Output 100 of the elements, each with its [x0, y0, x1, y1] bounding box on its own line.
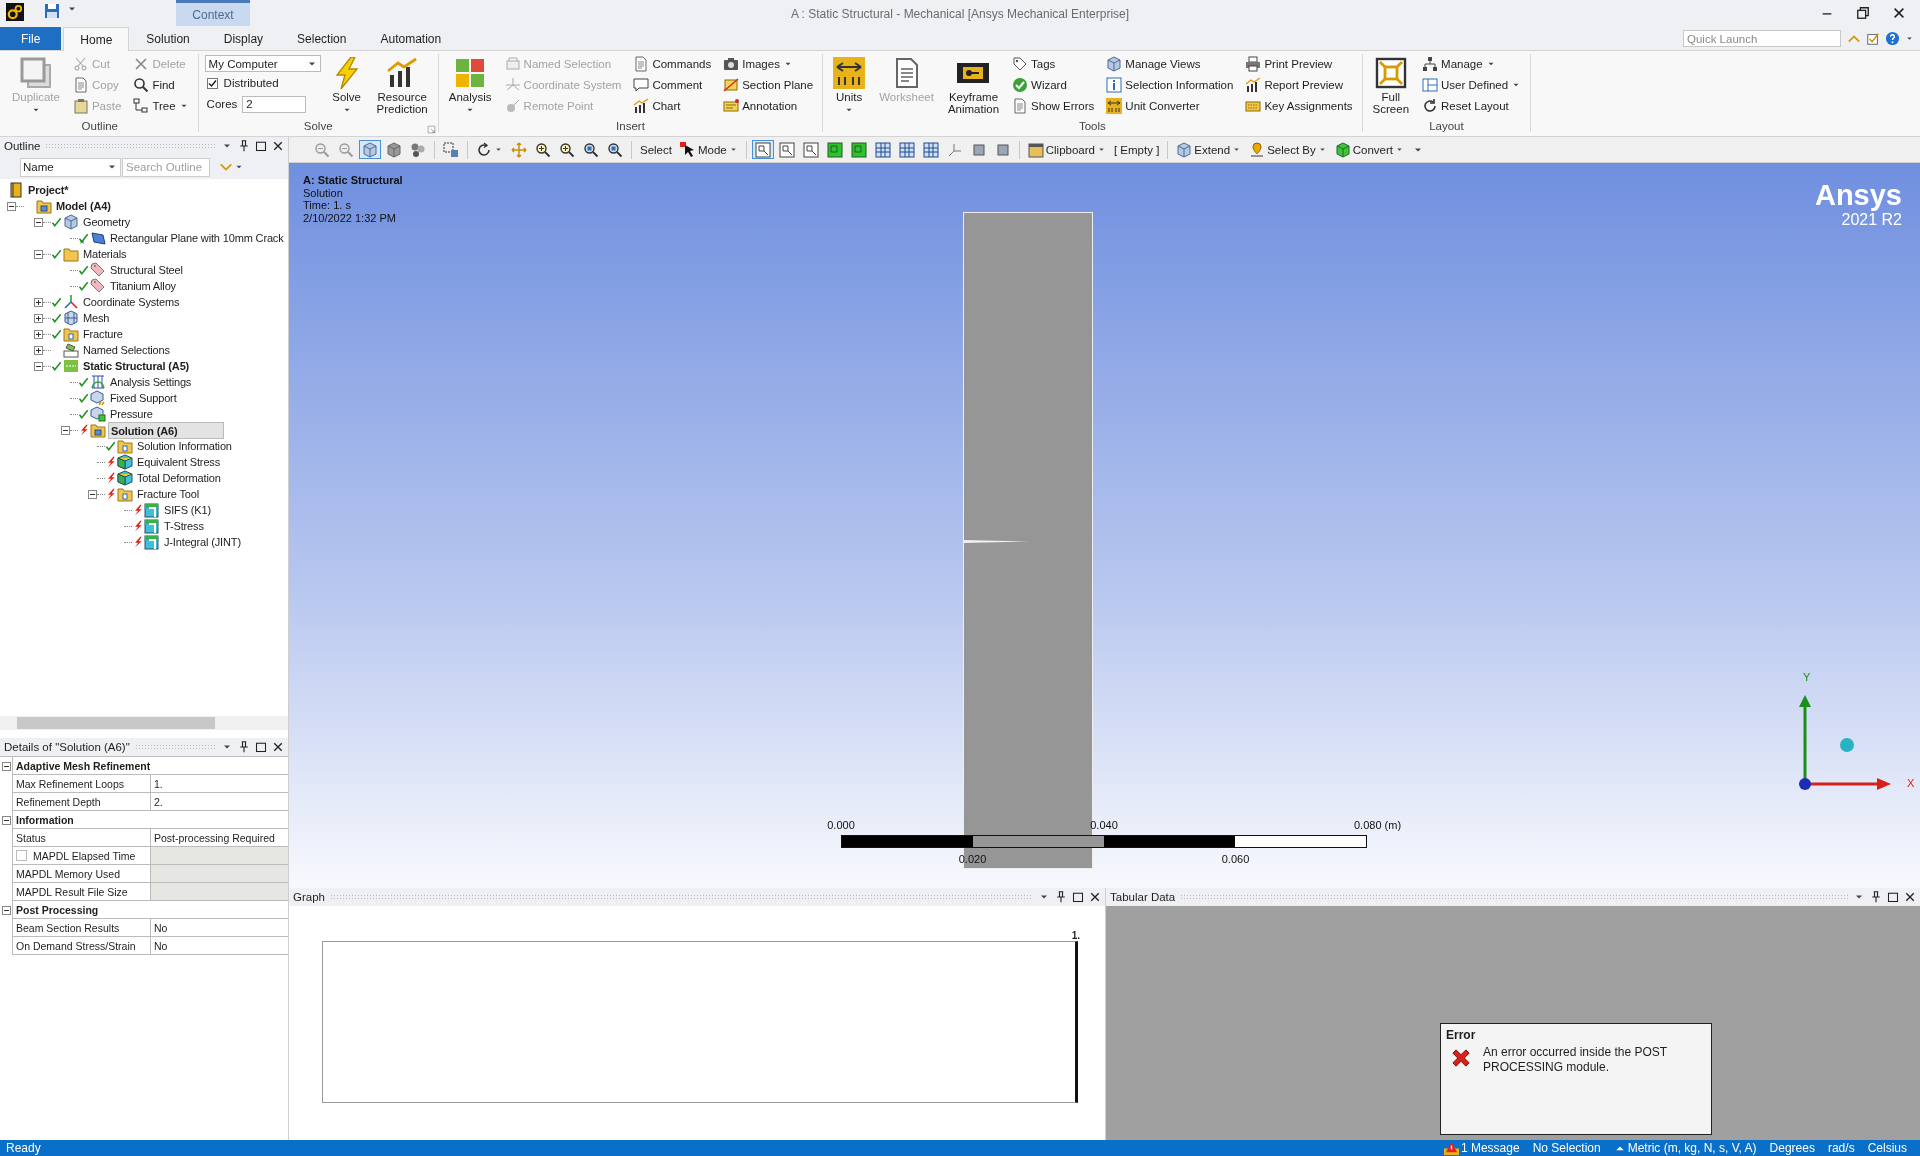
dropdown[interactable]: My Computer: [204, 55, 321, 72]
ribbon-tab[interactable]: File: [0, 27, 62, 50]
toolbar-button[interactable]: Extend: [1173, 140, 1245, 159]
maximize-icon[interactable]: [255, 741, 267, 753]
status-item[interactable]: Metric (m, kg, N, s, V, A): [1627, 1141, 1757, 1155]
ribbon-button[interactable]: Resource Prediction: [372, 54, 432, 118]
caret-icon[interactable]: [1905, 34, 1914, 43]
ribbon-button[interactable]: Manage: [1419, 54, 1525, 74]
ribbon-button[interactable]: Key Assignments: [1242, 96, 1356, 116]
status-item[interactable]: Degrees: [1769, 1141, 1815, 1155]
tree-item[interactable]: Analysis Settings: [108, 376, 194, 388]
ribbon-tab[interactable]: Selection: [280, 27, 364, 50]
status-item[interactable]: 1 Message: [1460, 1141, 1520, 1155]
expander-toggle[interactable]: [34, 361, 43, 371]
expander-toggle[interactable]: [34, 297, 43, 307]
ribbon-tab[interactable]: Home: [63, 27, 130, 51]
toolbar-button[interactable]: Select By: [1246, 140, 1330, 159]
expander-toggle[interactable]: [34, 313, 43, 323]
toolbar-button[interactable]: Convert: [1331, 140, 1408, 159]
expander-toggle[interactable]: [88, 489, 97, 499]
section-toggle[interactable]: [1, 905, 11, 915]
column-dropdown[interactable]: Name: [20, 157, 121, 177]
ribbon-tab[interactable]: Automation: [363, 27, 459, 50]
tree-item[interactable]: Total Deformation: [135, 472, 223, 484]
close-icon[interactable]: [272, 741, 284, 753]
ribbon-button[interactable]: Chart: [630, 96, 715, 116]
property-value[interactable]: 2.: [150, 793, 288, 811]
tree-item[interactable]: SIFS (K1): [162, 504, 213, 516]
toolbar-button[interactable]: Clipboard: [1024, 140, 1109, 159]
expander-toggle[interactable]: [61, 425, 70, 435]
ribbon-button[interactable]: Images: [720, 54, 817, 74]
tree-item[interactable]: Solution Information: [135, 440, 234, 452]
close-icon[interactable]: [1904, 891, 1916, 903]
pin-icon[interactable]: [1055, 891, 1067, 903]
tree-item[interactable]: Titanium Alloy: [108, 280, 178, 292]
app-logo-icon[interactable]: [6, 3, 24, 21]
tree-item[interactable]: Solution (A6): [108, 422, 224, 439]
status-item[interactable]: rad/s: [1827, 1141, 1855, 1155]
ribbon-tab[interactable]: Display: [206, 27, 281, 50]
toolbar-button[interactable]: Mode: [676, 140, 741, 159]
close-icon[interactable]: [1892, 6, 1906, 20]
ribbon-button[interactable]: Show Errors: [1009, 96, 1098, 116]
ribbon-button[interactable]: Analysis: [444, 54, 496, 118]
tree-item[interactable]: Rectangular Plane with 10mm Crack: [108, 232, 286, 244]
ribbon-button[interactable]: Solve: [326, 54, 367, 118]
tree-item[interactable]: Pressure: [108, 408, 155, 420]
status-item[interactable]: No Selection: [1532, 1141, 1601, 1155]
property-value[interactable]: No: [150, 937, 288, 955]
maximize-icon[interactable]: [1072, 891, 1084, 903]
ribbon-button[interactable]: Wizard: [1009, 75, 1098, 95]
ribbon-button[interactable]: Full Screen: [1368, 54, 1414, 118]
save-icon[interactable]: [44, 3, 60, 19]
ribbon-button[interactable]: Report Preview: [1242, 75, 1356, 95]
ribbon-button[interactable]: Units: [829, 54, 870, 118]
ribbon-button[interactable]: Reset Layout: [1419, 96, 1525, 116]
toolbar-button[interactable]: Select: [637, 140, 675, 159]
pin-icon[interactable]: [238, 741, 250, 753]
tree-item[interactable]: Fracture: [81, 328, 125, 340]
ribbon-button[interactable]: Commands: [630, 54, 715, 74]
property-value[interactable]: 1.: [150, 775, 288, 793]
quick-launch-field[interactable]: Quick Launch: [1683, 30, 1841, 47]
tree-item[interactable]: Fracture Tool: [135, 488, 202, 500]
ribbon-button[interactable]: Section Plane: [720, 75, 817, 95]
expander-toggle[interactable]: [34, 329, 43, 339]
ribbon-button[interactable]: Tree: [130, 96, 192, 116]
toolbar-button[interactable]: [ Empty ]: [1111, 140, 1163, 159]
maximize-icon[interactable]: [1887, 891, 1899, 903]
tree-item[interactable]: Model (A4): [54, 200, 113, 212]
ribbon-button[interactable]: User Defined: [1419, 75, 1525, 95]
pin-icon[interactable]: [1870, 891, 1882, 903]
ribbon-button[interactable]: Manage Views: [1103, 54, 1237, 74]
checklist-icon[interactable]: [1866, 31, 1880, 46]
restore-icon[interactable]: [1856, 6, 1870, 20]
ribbon-button[interactable]: Keyframe Animation: [943, 54, 1004, 118]
tree-item[interactable]: Structural Steel: [108, 264, 185, 276]
ribbon-button[interactable]: Tags: [1009, 54, 1098, 74]
property-value[interactable]: No: [150, 919, 288, 937]
tree-item[interactable]: Geometry: [81, 216, 133, 228]
tree-item[interactable]: Materials: [81, 248, 129, 260]
ribbon-button[interactable]: Selection Information: [1103, 75, 1237, 95]
ribbon-button[interactable]: Comment: [630, 75, 715, 95]
tree-item[interactable]: Coordinate Systems: [81, 296, 182, 308]
ribbon-button[interactable]: Unit Converter: [1103, 96, 1237, 116]
tree-item[interactable]: Static Structural (A5): [81, 360, 192, 372]
tree-item[interactable]: T-Stress: [162, 520, 206, 532]
help-icon[interactable]: [1885, 31, 1900, 46]
ribbon-button[interactable]: Find: [130, 75, 192, 95]
section-toggle[interactable]: [1, 761, 11, 771]
checkbox[interactable]: Distributed: [204, 73, 321, 93]
maximize-icon[interactable]: [255, 140, 267, 152]
close-icon[interactable]: [1089, 891, 1101, 903]
ribbon-tab[interactable]: Solution: [129, 27, 207, 50]
expander-toggle[interactable]: [34, 249, 43, 259]
tree-item[interactable]: Fixed Support: [108, 392, 179, 404]
pin-icon[interactable]: [238, 140, 250, 152]
status-item[interactable]: Celsius: [1867, 1141, 1907, 1155]
tree-item[interactable]: Equivalent Stress: [135, 456, 223, 468]
ribbon-button[interactable]: Annotation: [720, 96, 817, 116]
horizontal-scrollbar[interactable]: [0, 716, 288, 730]
tree-item[interactable]: Project*: [26, 184, 71, 196]
